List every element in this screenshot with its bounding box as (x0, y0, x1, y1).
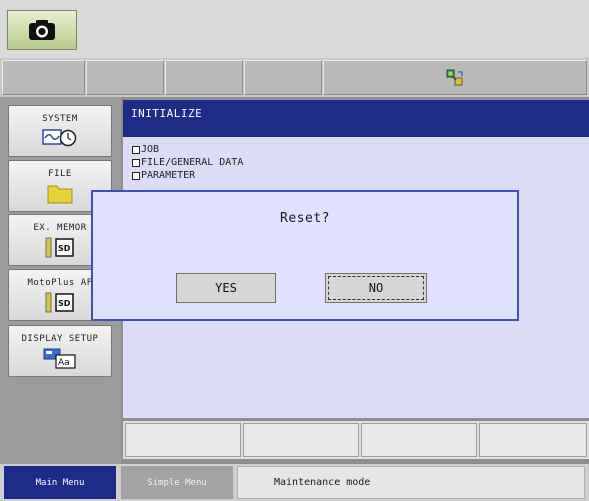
function-key-bar (123, 421, 589, 459)
checkbox[interactable] (132, 171, 140, 180)
toolbar-slot-3[interactable] (165, 60, 243, 95)
checkbox[interactable] (132, 158, 140, 167)
window-title-bar: INITIALIZE (123, 100, 589, 137)
list-item-label: JOB (141, 144, 160, 155)
svg-text:Aa: Aa (58, 358, 70, 368)
function-key-3[interactable] (361, 423, 477, 457)
toolbar-slot-1[interactable] (2, 60, 85, 95)
checkbox[interactable] (132, 145, 140, 154)
svg-text:SD: SD (58, 244, 71, 253)
function-key-1[interactable] (125, 423, 241, 457)
menu-item-label: DISPLAY SETUP (21, 334, 99, 344)
menu-item-label: FILE (48, 169, 72, 179)
menu-item-display-setup[interactable]: DISPLAY SETUP Aa (8, 325, 112, 377)
menu-item-system[interactable]: SYSTEM (8, 105, 112, 157)
list-item-label: PARAMETER (141, 170, 196, 181)
top-bar (0, 0, 589, 58)
dialog-message: Reset? (280, 211, 330, 226)
list-item-job[interactable]: JOB (132, 143, 243, 156)
mode-status: Maintenance mode (237, 466, 585, 499)
mode-text: Maintenance mode (274, 477, 371, 488)
list-item-label: FILE/GENERAL DATA (141, 157, 244, 168)
list-item-parameter[interactable]: PARAMETER (132, 169, 243, 182)
simple-menu-button[interactable]: Simple Menu (121, 466, 233, 499)
system-clock-icon (42, 129, 77, 147)
sd-card-icon: SD (45, 237, 74, 258)
no-button[interactable]: NO (325, 273, 427, 303)
screenshot-button[interactable] (7, 10, 77, 50)
toolbar-slot-4[interactable] (244, 60, 322, 95)
svg-text:SD: SD (58, 299, 71, 308)
function-key-4[interactable] (479, 423, 587, 457)
list-item-file-general-data[interactable]: FILE/GENERAL DATA (132, 156, 243, 169)
reset-dialog: Reset? YES NO (91, 190, 519, 321)
initialize-list: JOB FILE/GENERAL DATA PARAMETER (132, 143, 243, 182)
function-key-2[interactable] (243, 423, 359, 457)
toolbar-slot-5[interactable] (323, 60, 587, 95)
camera-icon (29, 20, 55, 40)
yes-button[interactable]: YES (176, 273, 276, 303)
toolbar-slot-2[interactable] (86, 60, 164, 95)
menu-item-label: SYSTEM (42, 114, 78, 124)
status-bar: Main Menu Simple Menu Maintenance mode (0, 464, 589, 501)
display-font-icon: Aa (43, 348, 76, 369)
window-title: INITIALIZE (131, 107, 203, 120)
toolbar (0, 58, 589, 97)
sd-card-icon: SD (45, 292, 74, 313)
main-menu-button[interactable]: Main Menu (4, 466, 116, 499)
menu-item-label: EX. MEMOR (33, 223, 87, 233)
network-status-icon (446, 69, 463, 85)
menu-item-label: MotoPlus AF (27, 278, 93, 288)
folder-icon (47, 185, 73, 204)
